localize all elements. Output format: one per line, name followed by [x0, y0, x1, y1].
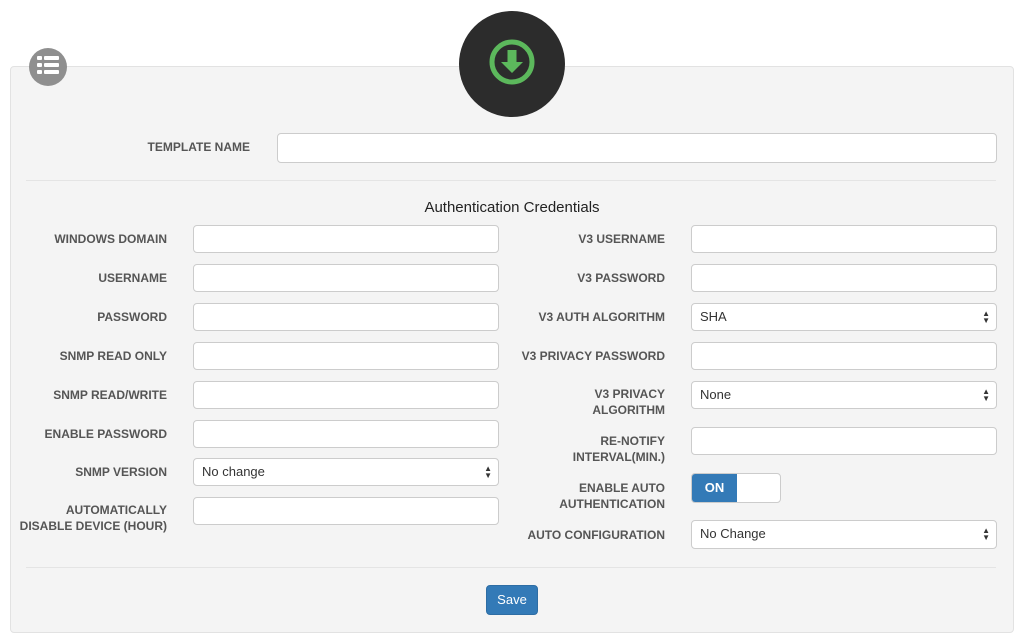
v3-password-input[interactable]: [691, 264, 997, 292]
snmp-version-select[interactable]: No change ▲ ▼: [193, 458, 499, 486]
auto-disable-label-line2: DISABLE DEVICE (HOUR): [19, 519, 167, 533]
enable-auto-auth-label: ENABLE AUTO AUTHENTICATION: [505, 480, 665, 512]
renotify-interval-label-line2: INTERVAL(MIN.): [572, 450, 665, 464]
select-arrows-icon: ▲ ▼: [982, 526, 990, 542]
auto-disable-label: AUTOMATICALLY DISABLE DEVICE (HOUR): [14, 502, 167, 534]
menu-button[interactable]: [29, 48, 67, 86]
renotify-interval-label-line1: RE-NOTIFY: [600, 434, 665, 448]
windows-domain-label: WINDOWS DOMAIN: [54, 232, 167, 246]
auto-configuration-label: AUTO CONFIGURATION: [527, 528, 665, 542]
v3-privacy-algorithm-label-line2: ALGORITHM: [592, 403, 665, 417]
divider-top: [26, 180, 996, 181]
v3-auth-algorithm-label: V3 AUTH ALGORITHM: [538, 310, 665, 324]
v3-privacy-algorithm-label: V3 PRIVACY ALGORITHM: [505, 386, 665, 418]
enable-password-input[interactable]: [193, 420, 499, 448]
v3-privacy-password-label: V3 PRIVACY PASSWORD: [521, 349, 665, 363]
auto-configuration-value: No Change: [700, 526, 766, 541]
select-arrows-icon: ▲ ▼: [484, 464, 492, 480]
toggle-on-label: ON: [692, 474, 737, 502]
v3-auth-algorithm-select[interactable]: SHA ▲ ▼: [691, 303, 997, 331]
section-title: Authentication Credentials: [424, 199, 600, 216]
template-name-input[interactable]: [277, 133, 997, 163]
auto-configuration-select[interactable]: No Change ▲ ▼: [691, 520, 997, 549]
username-label: USERNAME: [98, 271, 167, 285]
save-button[interactable]: Save: [486, 585, 538, 615]
v3-privacy-algorithm-select[interactable]: None ▲ ▼: [691, 381, 997, 409]
password-input[interactable]: [193, 303, 499, 331]
windows-domain-input[interactable]: [193, 225, 499, 253]
snmp-read-only-label: SNMP READ ONLY: [59, 349, 167, 363]
snmp-version-value: No change: [202, 464, 265, 479]
enable-auto-auth-toggle[interactable]: ON: [691, 473, 781, 503]
download-arrow-circle-icon: [488, 38, 536, 91]
v3-privacy-algorithm-label-line1: V3 PRIVACY: [594, 387, 665, 401]
v3-username-input[interactable]: [691, 225, 997, 253]
renotify-interval-label: RE-NOTIFY INTERVAL(MIN.): [505, 433, 665, 465]
select-arrows-icon: ▲ ▼: [982, 309, 990, 325]
select-arrows-icon: ▲ ▼: [982, 387, 990, 403]
v3-password-label: V3 PASSWORD: [577, 271, 665, 285]
v3-privacy-algorithm-value: None: [700, 387, 732, 402]
username-input[interactable]: [193, 264, 499, 292]
list-icon: [37, 55, 59, 79]
enable-password-label: ENABLE PASSWORD: [44, 427, 167, 441]
renotify-interval-input[interactable]: [691, 427, 997, 455]
v3-username-label: V3 USERNAME: [578, 232, 665, 246]
enable-auto-auth-label-line2: AUTHENTICATION: [559, 497, 665, 511]
snmp-read-only-input[interactable]: [193, 342, 499, 370]
auto-disable-input[interactable]: [193, 497, 499, 525]
enable-auto-auth-label-line1: ENABLE AUTO: [578, 481, 665, 495]
divider-bottom: [26, 567, 996, 568]
v3-auth-algorithm-value: SHA: [700, 309, 727, 324]
auto-disable-label-line1: AUTOMATICALLY: [65, 503, 167, 517]
snmp-read-write-label: SNMP READ/WRITE: [53, 388, 167, 402]
hero-badge: [459, 11, 565, 117]
password-label: PASSWORD: [97, 310, 167, 324]
snmp-version-label: SNMP VERSION: [75, 465, 167, 479]
snmp-read-write-input[interactable]: [193, 381, 499, 409]
v3-privacy-password-input[interactable]: [691, 342, 997, 370]
template-name-label: TEMPLATE NAME: [147, 140, 250, 154]
